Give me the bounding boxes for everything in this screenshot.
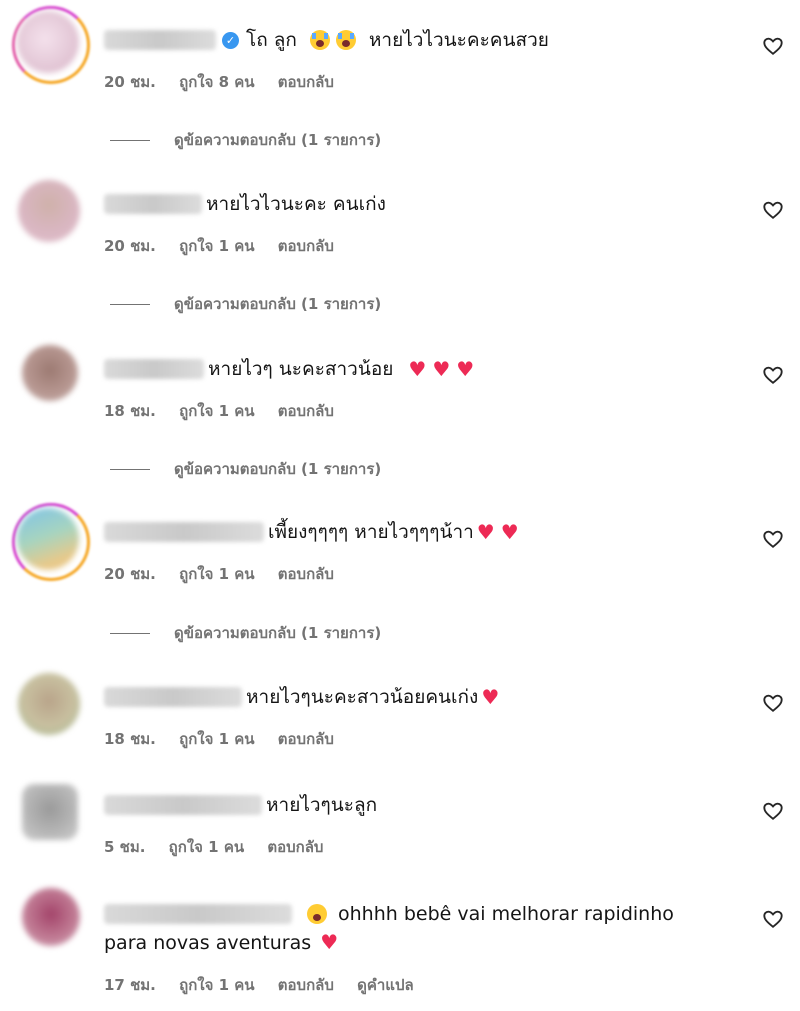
- heart-emoji-icon: ♥: [481, 685, 500, 709]
- comment-text-row: หายไวๆนะลูก: [104, 790, 377, 820]
- reply-button[interactable]: ตอบกลับ: [278, 565, 334, 583]
- comment-text: เพี้ยงๆๆๆๆ หายไวๆๆๆน้าา: [268, 521, 474, 543]
- comment-text-row: ohhhh bebê vai melhorar rapidinho: [104, 899, 674, 929]
- divider-line: [110, 468, 150, 470]
- username[interactable]: [104, 904, 292, 924]
- view-replies-button[interactable]: ดูข้อความตอบกลับ (1 รายการ): [110, 292, 381, 316]
- view-replies-button[interactable]: ดูข้อความตอบกลับ (1 รายการ): [110, 457, 381, 481]
- likes-count[interactable]: ถูกใจ 1 คน: [179, 730, 254, 748]
- view-replies-button[interactable]: ดูข้อความตอบกลับ (1 รายการ): [110, 128, 381, 152]
- comment-text: หายไวๆนะคะสาวน้อยคนเก่ง: [246, 686, 479, 708]
- comment-meta: 17 ชม. ถูกใจ 1 คน ตอบกลับ ดูคำแปล: [104, 973, 432, 997]
- reply-button[interactable]: ตอบกลับ: [278, 73, 334, 91]
- comment-meta: 5 ชม. ถูกใจ 1 คน ตอบกลับ: [104, 835, 341, 859]
- comment-meta: 20 ชม. ถูกใจ 1 คน ตอบกลับ: [104, 234, 352, 258]
- comment-text-row: หายไวๆ นะคะสาวน้อย ♥ ♥ ♥: [104, 354, 477, 384]
- comment-time: 20 ชม.: [104, 565, 156, 583]
- comment-time: 20 ชม.: [104, 237, 156, 255]
- view-replies-label: ดูข้อความตอบกลับ (1 รายการ): [174, 624, 382, 642]
- comment-time: 18 ชม.: [104, 730, 156, 748]
- comment-meta: 20 ชม. ถูกใจ 8 คน ตอบกลับ: [104, 70, 352, 94]
- reply-button[interactable]: ตอบกลับ: [278, 976, 334, 994]
- comment-text-row-2: para novas aventuras ♥: [104, 928, 724, 958]
- reply-button[interactable]: ตอบกลับ: [278, 237, 334, 255]
- comment-meta: 18 ชม. ถูกใจ 1 คน ตอบกลับ: [104, 727, 352, 751]
- heart-emoji-icon: ♥: [408, 357, 427, 381]
- view-replies-label: ดูข้อความตอบกลับ (1 รายการ): [174, 460, 382, 478]
- view-replies-label: ดูข้อความตอบกลับ (1 รายการ): [174, 295, 382, 313]
- translate-button[interactable]: ดูคำแปล: [357, 976, 414, 994]
- divider-line: [110, 139, 150, 141]
- comment-text: หายไวไวนะคะ คนเก่ง: [206, 193, 386, 215]
- username[interactable]: [104, 194, 202, 214]
- reply-button[interactable]: ตอบกลับ: [278, 402, 334, 420]
- comment-meta: 18 ชม. ถูกใจ 1 คน ตอบกลับ: [104, 399, 352, 423]
- likes-count[interactable]: ถูกใจ 1 คน: [179, 565, 254, 583]
- comment-text: หายไวๆ นะคะสาวน้อย: [208, 358, 394, 380]
- comment-time: 17 ชม.: [104, 976, 156, 994]
- loudly-crying-face-icon: [309, 30, 330, 50]
- avatar[interactable]: [17, 11, 79, 73]
- username[interactable]: [104, 687, 242, 707]
- loudly-crying-face-icon: [335, 30, 356, 50]
- avatar[interactable]: [22, 345, 78, 401]
- username[interactable]: [104, 30, 216, 50]
- comment-text: หายไวๆนะลูก: [266, 794, 378, 816]
- avatar[interactable]: [22, 784, 78, 840]
- comment-meta: 20 ชม. ถูกใจ 1 คน ตอบกลับ: [104, 562, 352, 586]
- avatar[interactable]: [18, 673, 80, 735]
- verified-badge-icon: ✓: [222, 31, 239, 49]
- avatar[interactable]: [22, 888, 80, 946]
- comment-text-row: หายไวไวนะคะ คนเก่ง: [104, 189, 386, 219]
- heart-emoji-icon: ♥: [432, 357, 451, 381]
- flushed-face-emoji-icon: [307, 904, 327, 924]
- heart-outline-icon[interactable]: [762, 908, 784, 930]
- likes-count[interactable]: ถูกใจ 1 คน: [179, 976, 254, 994]
- divider-line: [110, 303, 150, 305]
- comment-text: ohhhh bebê vai melhorar rapidinho: [338, 903, 674, 925]
- reply-button[interactable]: ตอบกลับ: [267, 838, 323, 856]
- comment-time: 18 ชม.: [104, 402, 156, 420]
- heart-emoji-icon: ♥: [500, 520, 519, 544]
- likes-count[interactable]: ถูกใจ 8 คน: [179, 73, 254, 91]
- view-replies-button[interactable]: ดูข้อความตอบกลับ (1 รายการ): [110, 621, 381, 645]
- username[interactable]: [104, 359, 204, 379]
- comment-text-row: เพี้ยงๆๆๆๆ หายไวๆๆๆน้าา ♥ ♥: [104, 517, 522, 547]
- comment-text-continued: para novas aventuras: [104, 932, 312, 954]
- avatar[interactable]: [17, 508, 79, 570]
- heart-outline-icon[interactable]: [762, 692, 784, 714]
- comment-text-continued: หายไวไวนะคะคนสวย: [368, 29, 549, 51]
- comment-text-row: หายไวๆนะคะสาวน้อยคนเก่ง ♥: [104, 682, 502, 712]
- avatar[interactable]: [18, 180, 80, 242]
- likes-count[interactable]: ถูกใจ 1 คน: [169, 838, 244, 856]
- heart-outline-icon[interactable]: [762, 199, 784, 221]
- comment-text-row: ✓ โถ ลูก หายไวไวนะคะคนสวย: [104, 25, 549, 55]
- heart-outline-icon[interactable]: [762, 35, 784, 57]
- heart-outline-icon[interactable]: [762, 800, 784, 822]
- username[interactable]: [104, 522, 264, 542]
- heart-emoji-icon: ♥: [456, 357, 475, 381]
- heart-outline-icon[interactable]: [762, 364, 784, 386]
- comment-text: โถ ลูก: [246, 29, 297, 51]
- likes-count[interactable]: ถูกใจ 1 คน: [179, 402, 254, 420]
- heart-emoji-icon: ♥: [320, 930, 339, 954]
- username[interactable]: [104, 795, 262, 815]
- heart-emoji-icon: ♥: [476, 520, 495, 544]
- divider-line: [110, 632, 150, 634]
- heart-outline-icon[interactable]: [762, 528, 784, 550]
- view-replies-label: ดูข้อความตอบกลับ (1 รายการ): [174, 131, 382, 149]
- comment-time: 5 ชม.: [104, 838, 146, 856]
- reply-button[interactable]: ตอบกลับ: [278, 730, 334, 748]
- likes-count[interactable]: ถูกใจ 1 คน: [179, 237, 254, 255]
- comment-time: 20 ชม.: [104, 73, 156, 91]
